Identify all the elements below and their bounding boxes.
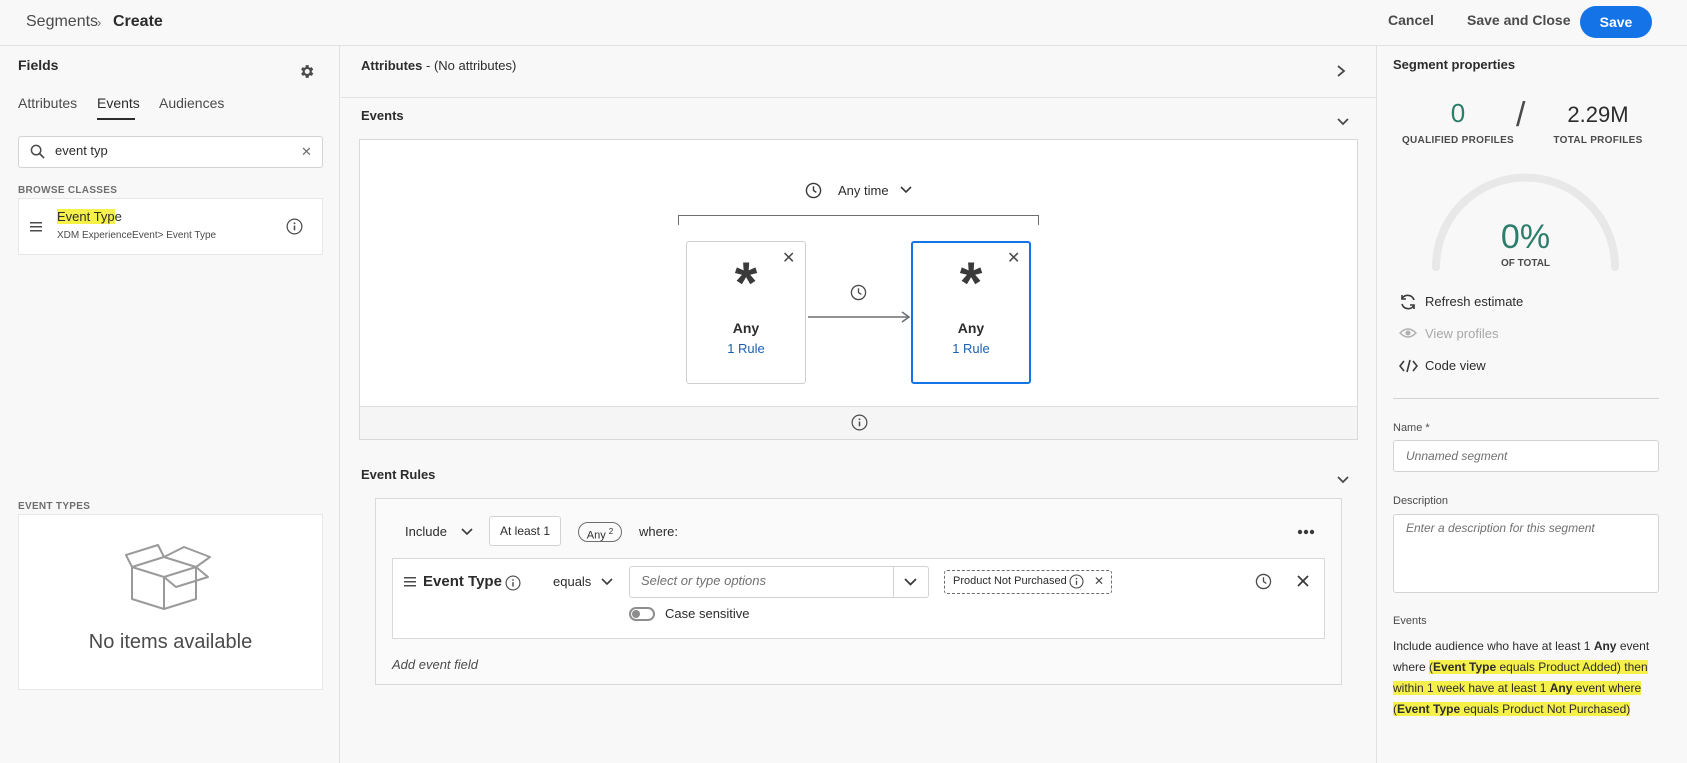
remove-tag-icon[interactable]: ✕ [1094,574,1104,588]
more-options-icon[interactable] [1297,529,1315,535]
operator-dropdown[interactable]: equals [553,574,591,589]
segment-properties-title: Segment properties [1393,57,1516,72]
node-rule-link[interactable]: 1 Rule [686,341,806,356]
value-placeholder: Select or type options [641,573,767,588]
qualified-profiles-label: QUALIFIED PROFILES [1401,135,1515,146]
total-profiles-value: 2.29M [1567,102,1629,127]
event-rules-title: Event Rules [361,467,436,482]
time-filter-dropdown[interactable]: Any time [838,183,889,198]
breadcrumb-segments[interactable]: Segments [26,13,98,31]
chevron-down-icon[interactable] [1336,117,1350,127]
top-bar [0,0,1687,46]
clock-icon[interactable] [850,284,867,301]
name-label: Name * [1393,422,1430,434]
cancel-button[interactable]: Cancel [1388,12,1434,28]
add-event-field-link[interactable]: Add event field [392,657,478,672]
divider-slash: / [1516,96,1526,134]
event-types-label: EVENT TYPES [18,501,91,512]
qualified-profiles-value: 0 [1450,98,1466,128]
close-icon[interactable] [1296,574,1310,588]
search-icon [30,144,45,159]
info-icon[interactable] [505,575,521,591]
node-label: Any [732,320,760,336]
node-label: Any [957,320,985,336]
any-event-symbol: * [959,251,983,316]
clock-icon [805,182,822,199]
browse-classes-label: BROWSE CLASSES [18,185,118,196]
chevron-down-icon[interactable] [900,186,912,194]
refresh-estimate-button[interactable]: Refresh estimate [1425,294,1523,309]
description-placeholder: Enter a description for this segment [1406,521,1595,535]
chevron-right-icon[interactable] [1336,64,1346,78]
page-title: Create [113,13,163,30]
tab-events[interactable]: Events [97,95,140,111]
node-rule-link[interactable]: 1 Rule [911,341,1031,356]
save-button[interactable]: Save [1580,6,1652,38]
save-and-close-button[interactable]: Save and Close [1467,12,1571,28]
events-summary-label: Events [1393,615,1427,627]
no-items-text: No items available [88,631,253,653]
code-icon [1399,359,1418,373]
chevron-down-icon[interactable] [461,528,473,536]
percent-of-total: 0% [1500,218,1551,256]
empty-box-icon [124,543,216,613]
clear-search-icon[interactable]: ✕ [301,144,312,160]
time-bracket [678,215,1039,225]
value-tag-label: Product Not Purchased [953,575,1067,587]
tab-attributes[interactable]: Attributes [18,95,77,111]
events-title: Events [361,108,404,123]
any-pill[interactable]: Any 2 [578,522,622,542]
clock-icon[interactable] [1255,573,1272,590]
description-label: Description [1393,495,1449,507]
where-label: where: [639,524,679,539]
info-icon[interactable] [286,218,303,235]
toggle-knob [632,610,640,618]
segment-summary: Include audience who have at least 1 Any… [1393,639,1650,716]
case-sensitive-label: Case sensitive [665,606,750,621]
any-event-symbol: * [734,251,758,316]
active-tab-indicator [97,118,135,120]
view-profiles-button[interactable]: View profiles [1425,326,1498,341]
code-view-button[interactable]: Code view [1425,358,1486,373]
refresh-icon[interactable] [1399,293,1417,311]
info-icon[interactable] [1069,574,1084,589]
eye-icon [1399,327,1417,339]
attributes-title: Attributes - (No attributes) [361,58,517,73]
class-item-title: Event Type [57,209,122,224]
chevron-down-icon[interactable] [904,578,917,586]
chevron-down-icon[interactable] [1336,475,1350,485]
include-dropdown[interactable]: Include [405,524,447,539]
percent-label: OF TOTAL [1500,258,1551,269]
condition-field-label: Event Type [423,573,502,590]
class-item-event-type[interactable] [18,198,323,255]
name-placeholder: Unnamed segment [1406,449,1508,463]
drag-handle-icon[interactable] [404,577,416,587]
divider [1393,398,1659,399]
class-item-path: XDM ExperienceEvent> Event Type [57,230,217,241]
at-least-button[interactable]: At least 1 [489,516,561,546]
breadcrumb-separator: › [97,15,102,30]
total-profiles-label: TOTAL PROFILES [1553,135,1643,146]
fields-title: Fields [18,57,59,73]
sequence-arrow [808,311,912,323]
chevron-down-icon[interactable] [601,578,613,586]
drag-handle-icon[interactable] [30,222,42,232]
info-icon[interactable] [851,414,868,431]
gear-icon[interactable] [298,63,315,80]
tab-audiences[interactable]: Audiences [159,95,224,111]
search-value: event typ [55,143,108,158]
